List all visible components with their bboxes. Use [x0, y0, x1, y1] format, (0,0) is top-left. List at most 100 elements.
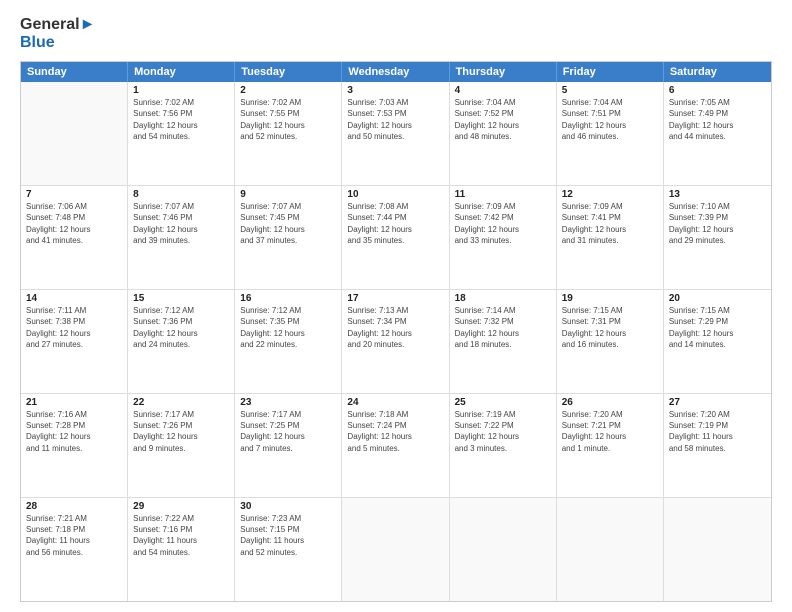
day-cell-10: 10Sunrise: 7:08 AM Sunset: 7:44 PM Dayli… — [342, 186, 449, 289]
day-cell-18: 18Sunrise: 7:14 AM Sunset: 7:32 PM Dayli… — [450, 290, 557, 393]
day-number: 21 — [26, 397, 122, 408]
day-number: 16 — [240, 293, 336, 304]
day-number: 29 — [133, 501, 229, 512]
day-cell-4: 4Sunrise: 7:04 AM Sunset: 7:52 PM Daylig… — [450, 82, 557, 185]
day-number: 15 — [133, 293, 229, 304]
day-cell-9: 9Sunrise: 7:07 AM Sunset: 7:45 PM Daylig… — [235, 186, 342, 289]
day-info: Sunrise: 7:20 AM Sunset: 7:21 PM Dayligh… — [562, 409, 658, 454]
logo-blue: Blue — [20, 34, 95, 52]
day-cell-17: 17Sunrise: 7:13 AM Sunset: 7:34 PM Dayli… — [342, 290, 449, 393]
day-number: 27 — [669, 397, 766, 408]
day-cell-20: 20Sunrise: 7:15 AM Sunset: 7:29 PM Dayli… — [664, 290, 771, 393]
page: General► Blue SundayMondayTuesdayWednesd… — [0, 0, 792, 612]
calendar-body: 1Sunrise: 7:02 AM Sunset: 7:56 PM Daylig… — [21, 82, 771, 601]
day-number: 26 — [562, 397, 658, 408]
day-cell-24: 24Sunrise: 7:18 AM Sunset: 7:24 PM Dayli… — [342, 394, 449, 497]
day-number: 1 — [133, 85, 229, 96]
empty-cell — [664, 498, 771, 601]
day-info: Sunrise: 7:06 AM Sunset: 7:48 PM Dayligh… — [26, 201, 122, 246]
day-info: Sunrise: 7:04 AM Sunset: 7:51 PM Dayligh… — [562, 97, 658, 142]
day-cell-28: 28Sunrise: 7:21 AM Sunset: 7:18 PM Dayli… — [21, 498, 128, 601]
day-info: Sunrise: 7:13 AM Sunset: 7:34 PM Dayligh… — [347, 305, 443, 350]
calendar: SundayMondayTuesdayWednesdayThursdayFrid… — [20, 61, 772, 602]
day-info: Sunrise: 7:14 AM Sunset: 7:32 PM Dayligh… — [455, 305, 551, 350]
day-info: Sunrise: 7:09 AM Sunset: 7:41 PM Dayligh… — [562, 201, 658, 246]
day-cell-1: 1Sunrise: 7:02 AM Sunset: 7:56 PM Daylig… — [128, 82, 235, 185]
day-of-week-wednesday: Wednesday — [342, 62, 449, 82]
day-info: Sunrise: 7:19 AM Sunset: 7:22 PM Dayligh… — [455, 409, 551, 454]
week-row-5: 28Sunrise: 7:21 AM Sunset: 7:18 PM Dayli… — [21, 498, 771, 601]
day-number: 20 — [669, 293, 766, 304]
day-number: 23 — [240, 397, 336, 408]
header: General► Blue — [20, 16, 772, 51]
logo-triangle: ► — [80, 16, 96, 33]
week-row-4: 21Sunrise: 7:16 AM Sunset: 7:28 PM Dayli… — [21, 394, 771, 498]
empty-cell — [21, 82, 128, 185]
day-info: Sunrise: 7:22 AM Sunset: 7:16 PM Dayligh… — [133, 513, 229, 558]
day-number: 12 — [562, 189, 658, 200]
day-cell-16: 16Sunrise: 7:12 AM Sunset: 7:35 PM Dayli… — [235, 290, 342, 393]
day-info: Sunrise: 7:10 AM Sunset: 7:39 PM Dayligh… — [669, 201, 766, 246]
day-number: 18 — [455, 293, 551, 304]
day-number: 11 — [455, 189, 551, 200]
day-number: 14 — [26, 293, 122, 304]
day-number: 10 — [347, 189, 443, 200]
day-cell-6: 6Sunrise: 7:05 AM Sunset: 7:49 PM Daylig… — [664, 82, 771, 185]
day-number: 5 — [562, 85, 658, 96]
day-cell-7: 7Sunrise: 7:06 AM Sunset: 7:48 PM Daylig… — [21, 186, 128, 289]
day-info: Sunrise: 7:11 AM Sunset: 7:38 PM Dayligh… — [26, 305, 122, 350]
day-number: 2 — [240, 85, 336, 96]
day-number: 4 — [455, 85, 551, 96]
day-cell-15: 15Sunrise: 7:12 AM Sunset: 7:36 PM Dayli… — [128, 290, 235, 393]
day-number: 8 — [133, 189, 229, 200]
day-cell-11: 11Sunrise: 7:09 AM Sunset: 7:42 PM Dayli… — [450, 186, 557, 289]
day-number: 6 — [669, 85, 766, 96]
day-cell-26: 26Sunrise: 7:20 AM Sunset: 7:21 PM Dayli… — [557, 394, 664, 497]
day-number: 17 — [347, 293, 443, 304]
day-cell-3: 3Sunrise: 7:03 AM Sunset: 7:53 PM Daylig… — [342, 82, 449, 185]
day-cell-22: 22Sunrise: 7:17 AM Sunset: 7:26 PM Dayli… — [128, 394, 235, 497]
day-info: Sunrise: 7:15 AM Sunset: 7:31 PM Dayligh… — [562, 305, 658, 350]
day-number: 28 — [26, 501, 122, 512]
day-number: 22 — [133, 397, 229, 408]
day-info: Sunrise: 7:21 AM Sunset: 7:18 PM Dayligh… — [26, 513, 122, 558]
day-info: Sunrise: 7:04 AM Sunset: 7:52 PM Dayligh… — [455, 97, 551, 142]
day-info: Sunrise: 7:17 AM Sunset: 7:25 PM Dayligh… — [240, 409, 336, 454]
week-row-1: 1Sunrise: 7:02 AM Sunset: 7:56 PM Daylig… — [21, 82, 771, 186]
day-info: Sunrise: 7:20 AM Sunset: 7:19 PM Dayligh… — [669, 409, 766, 454]
empty-cell — [557, 498, 664, 601]
day-info: Sunrise: 7:09 AM Sunset: 7:42 PM Dayligh… — [455, 201, 551, 246]
week-row-2: 7Sunrise: 7:06 AM Sunset: 7:48 PM Daylig… — [21, 186, 771, 290]
day-cell-30: 30Sunrise: 7:23 AM Sunset: 7:15 PM Dayli… — [235, 498, 342, 601]
day-number: 9 — [240, 189, 336, 200]
day-number: 3 — [347, 85, 443, 96]
day-info: Sunrise: 7:07 AM Sunset: 7:45 PM Dayligh… — [240, 201, 336, 246]
day-number: 13 — [669, 189, 766, 200]
day-info: Sunrise: 7:15 AM Sunset: 7:29 PM Dayligh… — [669, 305, 766, 350]
empty-cell — [342, 498, 449, 601]
week-row-3: 14Sunrise: 7:11 AM Sunset: 7:38 PM Dayli… — [21, 290, 771, 394]
day-cell-5: 5Sunrise: 7:04 AM Sunset: 7:51 PM Daylig… — [557, 82, 664, 185]
day-cell-25: 25Sunrise: 7:19 AM Sunset: 7:22 PM Dayli… — [450, 394, 557, 497]
logo-general: General► — [20, 16, 95, 34]
day-info: Sunrise: 7:12 AM Sunset: 7:35 PM Dayligh… — [240, 305, 336, 350]
day-info: Sunrise: 7:05 AM Sunset: 7:49 PM Dayligh… — [669, 97, 766, 142]
day-cell-21: 21Sunrise: 7:16 AM Sunset: 7:28 PM Dayli… — [21, 394, 128, 497]
empty-cell — [450, 498, 557, 601]
day-number: 24 — [347, 397, 443, 408]
day-info: Sunrise: 7:18 AM Sunset: 7:24 PM Dayligh… — [347, 409, 443, 454]
day-info: Sunrise: 7:02 AM Sunset: 7:55 PM Dayligh… — [240, 97, 336, 142]
day-info: Sunrise: 7:23 AM Sunset: 7:15 PM Dayligh… — [240, 513, 336, 558]
day-cell-13: 13Sunrise: 7:10 AM Sunset: 7:39 PM Dayli… — [664, 186, 771, 289]
day-of-week-sunday: Sunday — [21, 62, 128, 82]
logo: General► Blue — [20, 16, 95, 51]
day-cell-2: 2Sunrise: 7:02 AM Sunset: 7:55 PM Daylig… — [235, 82, 342, 185]
day-of-week-friday: Friday — [557, 62, 664, 82]
day-of-week-thursday: Thursday — [450, 62, 557, 82]
day-number: 19 — [562, 293, 658, 304]
day-of-week-saturday: Saturday — [664, 62, 771, 82]
day-cell-8: 8Sunrise: 7:07 AM Sunset: 7:46 PM Daylig… — [128, 186, 235, 289]
day-cell-14: 14Sunrise: 7:11 AM Sunset: 7:38 PM Dayli… — [21, 290, 128, 393]
day-of-week-tuesday: Tuesday — [235, 62, 342, 82]
day-number: 7 — [26, 189, 122, 200]
